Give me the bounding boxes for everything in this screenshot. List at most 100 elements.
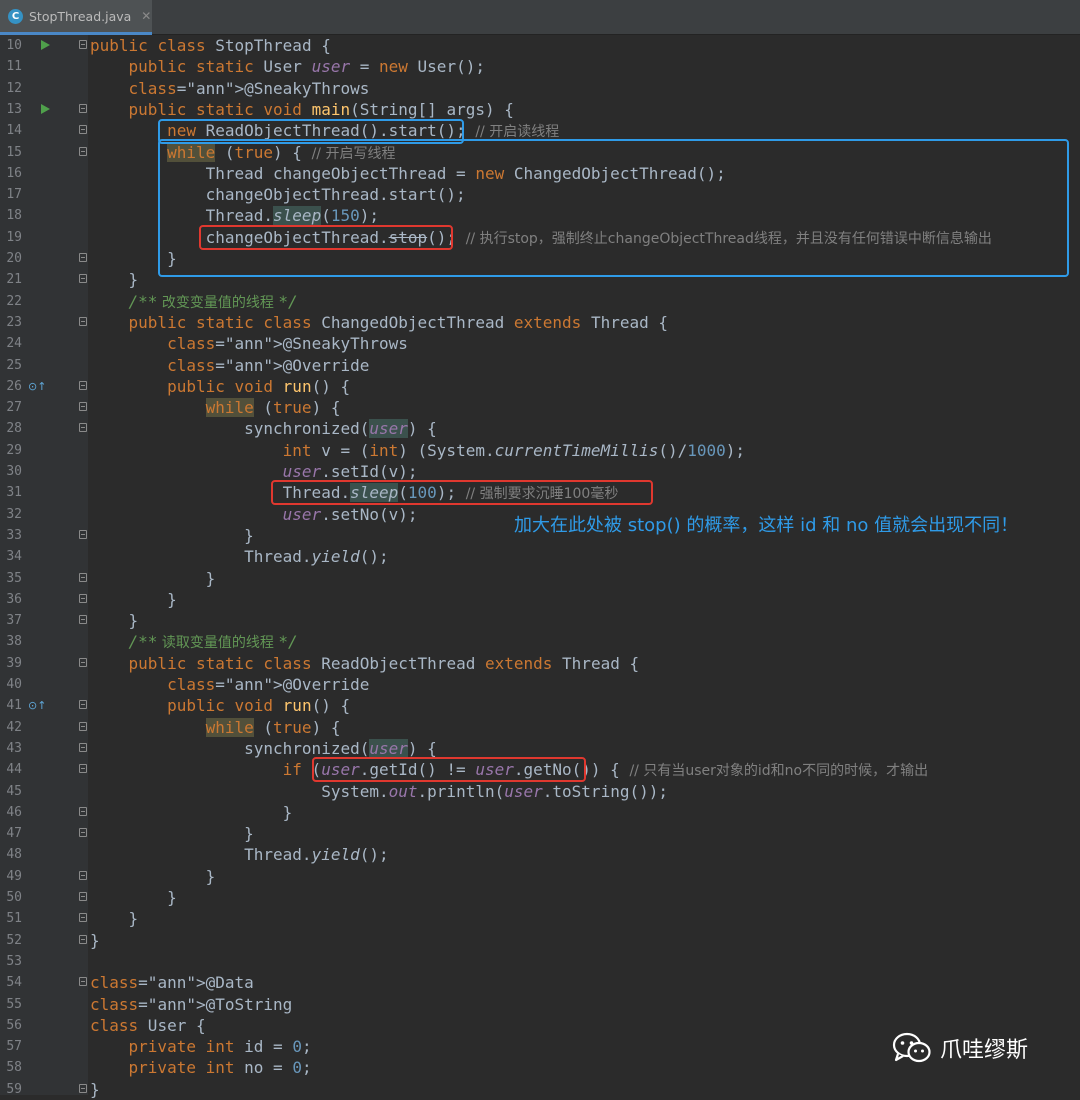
code-line[interactable]: 54 class="ann">@Data (0, 972, 1080, 993)
code-line[interactable]: 23 public static class ChangedObjectThre… (0, 312, 1080, 333)
code-line[interactable]: 41 ⊙↑ public void run() { (0, 695, 1080, 716)
fold-marker-icon[interactable] (79, 764, 87, 774)
watermark-label: 爪哇缪斯 (940, 1038, 1029, 1063)
code-text: } (90, 568, 216, 588)
code-text: while (true) { (205, 398, 341, 418)
code-text: } (90, 611, 139, 631)
code-line[interactable]: 28 synchronized(user) { (0, 418, 1080, 439)
code-line[interactable]: 29 int v = (int) (System.currentTimeMill… (0, 440, 1080, 461)
code-text: class="ann">@SneakyThrows (128, 78, 370, 98)
tab-stopthread-java[interactable]: C StopThread.java ✕ (0, 0, 152, 35)
fold-marker-icon[interactable] (79, 593, 87, 603)
line-number: 45 (6, 783, 22, 799)
code-line[interactable]: 49 } (0, 866, 1080, 887)
fold-marker-icon[interactable] (79, 721, 87, 731)
code-line[interactable]: 47 } (0, 823, 1080, 844)
code-line[interactable]: 50 } (0, 887, 1080, 908)
code-text: } (90, 589, 177, 609)
code-line[interactable]: 42 while (true) { (0, 717, 1080, 738)
highlight-box-id-no-compare (312, 757, 586, 782)
code-text: user.setNo(v); (282, 504, 418, 524)
code-line[interactable]: 53 (0, 951, 1080, 972)
line-number: 22 (6, 293, 22, 309)
code-line[interactable]: 36 } (0, 589, 1080, 610)
code-line[interactable]: 39 public static class ReadObjectThread … (0, 653, 1080, 674)
line-number: 51 (6, 911, 22, 927)
code-line[interactable]: 22 /** 改变变量值的线程 */ (0, 291, 1080, 312)
fold-marker-icon[interactable] (79, 40, 87, 49)
line-number: 24 (6, 336, 22, 352)
fold-marker-icon[interactable] (79, 572, 87, 582)
code-line[interactable]: 45 System.out.println(user.toString()); (0, 781, 1080, 802)
override-gutter-icon[interactable]: ⊙↑ (28, 699, 46, 712)
fold-marker-icon[interactable] (79, 615, 87, 625)
fold-marker-icon[interactable] (79, 253, 87, 262)
code-line[interactable]: 55 class="ann">@ToString (0, 994, 1080, 1015)
code-line[interactable]: 35 } (0, 568, 1080, 589)
code-text: Thread.yield(); (90, 845, 389, 865)
code-text: private int no = 0; (128, 1058, 312, 1078)
fold-marker-icon[interactable] (79, 828, 87, 838)
line-number: 41 (6, 698, 22, 714)
fold-marker-icon[interactable] (79, 870, 87, 880)
code-line[interactable]: 24 class="ann">@SneakyThrows (0, 333, 1080, 354)
code-line[interactable]: 43 synchronized(user) { (0, 738, 1080, 759)
fold-marker-icon[interactable] (79, 700, 87, 710)
fold-marker-icon[interactable] (79, 657, 87, 667)
code-line[interactable]: 27 while (true) { (0, 397, 1080, 418)
fold-marker-icon[interactable] (79, 402, 87, 412)
code-line[interactable]: 30 user.setId(v); (0, 461, 1080, 482)
fold-marker-icon[interactable] (79, 380, 87, 390)
line-number: 47 (6, 826, 22, 842)
run-gutter-icon[interactable] (41, 103, 50, 114)
code-text: class="ann">@ToString (90, 994, 293, 1014)
line-number: 16 (6, 165, 22, 181)
run-gutter-icon[interactable] (41, 40, 50, 50)
fold-marker-icon[interactable] (79, 892, 87, 901)
code-line[interactable]: 40 class="ann">@Override (0, 674, 1080, 695)
fold-marker-icon[interactable] (79, 146, 87, 156)
line-number: 20 (6, 251, 22, 266)
line-number: 48 (6, 847, 22, 863)
code-line[interactable]: 26 ⊙↑ public void run() { (0, 376, 1080, 397)
line-number: 15 (6, 144, 22, 160)
line-number: 14 (6, 123, 22, 139)
fold-marker-icon[interactable] (79, 806, 87, 816)
fold-marker-icon[interactable] (79, 125, 87, 135)
line-number: 54 (6, 975, 22, 991)
fold-marker-icon[interactable] (79, 742, 87, 752)
code-line[interactable]: 52} (0, 930, 1080, 951)
code-line[interactable]: 13 public static void main(String[] args… (0, 99, 1080, 120)
line-number: 42 (6, 719, 22, 735)
fold-marker-icon[interactable] (79, 103, 87, 113)
fold-marker-icon[interactable] (79, 529, 87, 539)
code-text: /** 改变变量值的线程 */ (128, 291, 298, 311)
code-line[interactable]: 11 public static User user = new User(); (0, 56, 1080, 77)
code-line[interactable]: 48 Thread.yield(); (0, 844, 1080, 865)
fold-marker-icon[interactable] (79, 913, 87, 923)
fold-marker-icon[interactable] (79, 274, 87, 284)
code-line[interactable]: 37 } (0, 610, 1080, 631)
watermark: 爪哇缪斯 (892, 1032, 1028, 1064)
line-number: 12 (6, 80, 22, 96)
fold-marker-icon[interactable] (79, 977, 87, 987)
code-text: class="ann">@Override (167, 355, 370, 375)
code-line[interactable]: 12 class="ann">@SneakyThrows (0, 78, 1080, 99)
code-line[interactable]: 46 } (0, 802, 1080, 823)
close-icon[interactable]: ✕ (141, 9, 151, 23)
code-line[interactable]: 34 Thread.yield(); (0, 546, 1080, 567)
code-line[interactable]: 51 } (0, 908, 1080, 929)
fold-marker-icon[interactable] (79, 1083, 87, 1093)
fold-marker-icon[interactable] (79, 934, 87, 944)
code-line[interactable]: 25 class="ann">@Override (0, 355, 1080, 376)
override-gutter-icon[interactable]: ⊙↑ (28, 380, 46, 393)
code-text: System.out.println(user.toString()); (90, 781, 668, 801)
code-line[interactable]: 38 /** 读取变量值的线程 */ (0, 631, 1080, 652)
code-line[interactable]: 59} (0, 1079, 1080, 1100)
line-number: 55 (6, 996, 22, 1012)
fold-marker-icon[interactable] (79, 423, 87, 433)
highlight-box-write-loop (158, 139, 1069, 277)
code-text: while (true) { (205, 717, 341, 737)
fold-marker-icon[interactable] (79, 316, 87, 326)
code-line[interactable]: 10 public class StopThread { (0, 35, 1080, 56)
